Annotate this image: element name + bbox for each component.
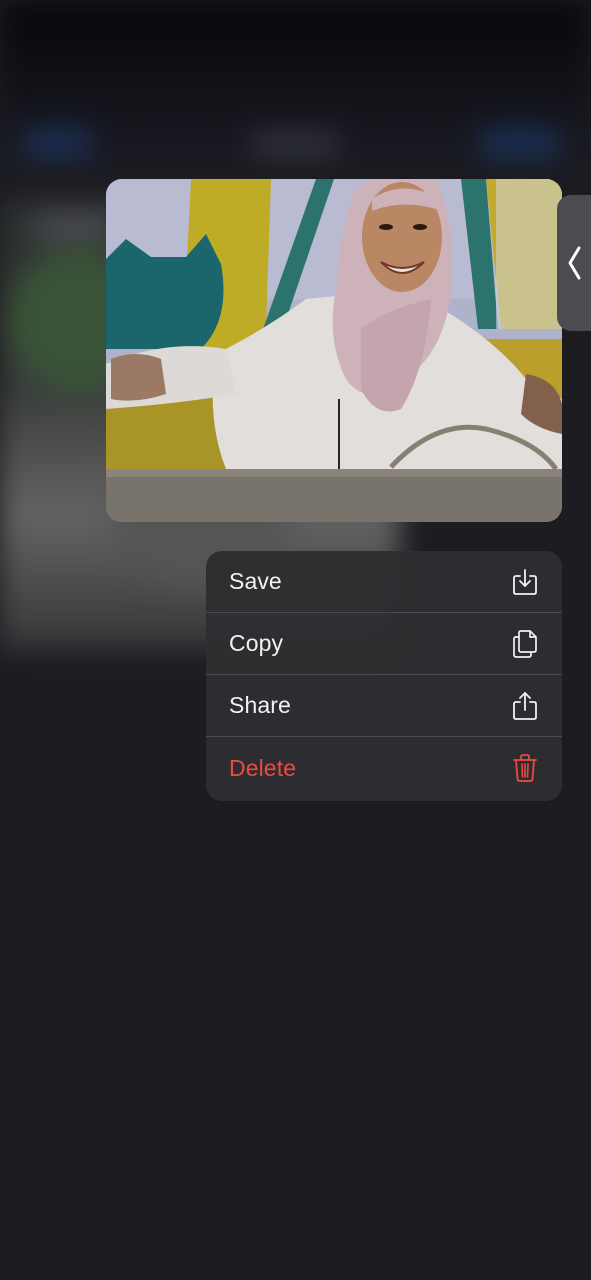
menu-item-label: Copy [229, 630, 284, 656]
save-download-icon [512, 568, 538, 596]
trash-icon [512, 753, 538, 783]
background-nav-right [480, 130, 560, 156]
share-icon [512, 691, 538, 721]
menu-item-label: Delete [229, 754, 297, 781]
photo-preview[interactable] [106, 179, 562, 522]
copy-documents-icon [512, 629, 538, 659]
side-panel-handle[interactable] [557, 195, 591, 331]
menu-item-save[interactable]: Save [206, 551, 562, 613]
menu-item-delete[interactable]: Delete [206, 737, 562, 799]
context-menu: Save Copy Share Delete [206, 551, 562, 801]
photo-preview-image [106, 179, 562, 522]
background-nav-left [22, 130, 92, 156]
background-photo-label [35, 212, 115, 240]
menu-item-label: Save [229, 568, 282, 594]
chevron-left-icon [568, 246, 581, 280]
background-nav-title [250, 132, 340, 156]
menu-item-label: Share [229, 692, 291, 718]
menu-item-share[interactable]: Share [206, 675, 562, 737]
screen: Save Copy Share Delete [0, 0, 591, 1280]
menu-item-copy[interactable]: Copy [206, 613, 562, 675]
